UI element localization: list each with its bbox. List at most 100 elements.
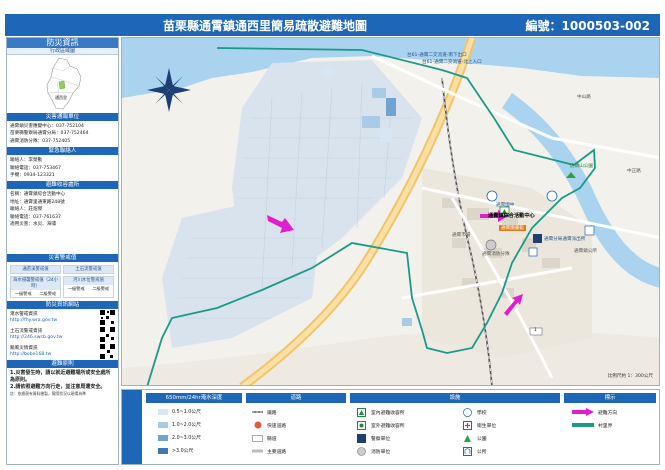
agency-line: 苗栗縣警察局通霄分局：037-752464 (10, 131, 89, 137)
capacity-box: 河川水位警戒值 一級警戒 二級警戒 (63, 276, 114, 299)
police-label: 通霄分局通霄派出所 (544, 237, 586, 242)
capacity-title: 土石流警戒值 (64, 266, 113, 274)
scale-text: 比例尺約 1：300公尺 (607, 374, 653, 379)
link-row: 土石流警戒資訊 http://246.swcb.gov.tw (7, 326, 118, 343)
map-title: 苗栗縣通霄鎮通西里簡易疏散避難地圖 (162, 19, 367, 33)
map-canvas[interactable]: 台61-通霄二交流道-南下出口 台61-通霄二交流道-北上入口 中山路 虎頭山公… (121, 37, 660, 386)
facility-legend-label: 學校 (477, 410, 487, 416)
facility-legend-label: 警察單位 (371, 436, 391, 442)
flood-legend-label: >3.0公尺 (172, 449, 194, 454)
map-code: 編號：1000503-002 (525, 19, 650, 33)
road-label: 中正路 (627, 169, 641, 174)
road-legend-item: 縣道 (252, 434, 277, 442)
park-icon (462, 434, 473, 442)
legend-side-bar (122, 390, 142, 464)
flood-legend-item: 1.0~2.0公尺 (158, 421, 201, 428)
shelter-line: 適用災害：水災、海嘯 (10, 222, 56, 228)
facility-legend-label: 衛生單位 (477, 423, 497, 429)
contact-heading: 緊急聯絡人 (7, 147, 118, 156)
police-icon (356, 433, 367, 443)
link-row: 淹水警戒資訊 http://fhy.wra.gov.tw (7, 309, 118, 326)
shelter-line: 名稱：通霄鎮綜合活動中心 (10, 192, 66, 198)
level-two: 二級警戒 (39, 291, 57, 297)
map-svg (122, 38, 659, 385)
freeway-shield-icon (252, 421, 263, 429)
legend-panel: 650mm/24hr淹水深度 0.5~1.0公尺 1.0~2.0公尺 2.0~3… (121, 389, 660, 465)
facility-legend-item: 公園 (462, 434, 487, 442)
evacuation-arrow-icon (572, 408, 594, 416)
agency-list: 通霄鎮災害應變中心：037-752104 苗栗縣警察局通霄分局：037-7524… (7, 121, 118, 147)
road-label: 台61-通霄二交流道-南下出口 (407, 53, 467, 58)
link-url[interactable]: http://fhy.wra.gov.tw (10, 318, 100, 324)
location-map: 通西里 (7, 55, 118, 113)
level-two: 二級警戒 (92, 285, 110, 291)
flood-swatch (158, 408, 168, 415)
town-office-icon (584, 225, 595, 236)
admin-map-heading: 行政區域圖 (7, 48, 118, 55)
park-label: 虎頭山公園 (570, 164, 593, 169)
hint-legend-heading: 標示 (564, 393, 656, 403)
fire-station-icon (485, 239, 497, 251)
agency-heading: 災害通報單位 (7, 113, 118, 121)
link-url[interactable]: http://246.swcb.gov.tw (10, 335, 100, 341)
hint-legend-label: 村里界 (598, 423, 613, 429)
indoor-shelter-icon (356, 407, 367, 417)
facility-legend-item: 室內避難收容所 (356, 407, 405, 417)
health-unit-icon (462, 420, 473, 430)
industrial-zone-west (162, 198, 322, 348)
town-office-icon (462, 446, 473, 456)
contact-line: 手機：0934-123321 (10, 173, 55, 179)
flood-legend-label: 0.5~1.0公尺 (172, 410, 201, 415)
contact-line: 聯絡人：李榮勳 (10, 158, 43, 164)
county-road-icon (252, 434, 263, 442)
qr-code-icon (100, 310, 115, 326)
road-legend-heading: 道路 (246, 393, 346, 403)
facility-legend-label: 室內避難收容所 (371, 410, 405, 416)
link-url[interactable]: http://bobe168.tw (10, 352, 100, 358)
flood-legend-heading: 650mm/24hr淹水深度 (146, 393, 242, 403)
fire-label: 通霄消防分隊 (482, 252, 510, 257)
townhall-label: 通霄鎮公所 (574, 249, 597, 254)
shelter-line: 聯絡電話：037-761637 (10, 214, 61, 220)
road-legend-item: 鐵路 (252, 408, 277, 416)
level-one: 一級警戒 (14, 291, 32, 297)
shelter-line: 聯絡人：莊炤傑 (10, 207, 43, 213)
road-legend-item: 快速道路 (252, 421, 286, 429)
agency-line: 通霄鎮災害應變中心：037-752104 (10, 124, 84, 129)
facility-legend-item: 衛生單位 (462, 420, 497, 430)
road-label: 中山路 (577, 95, 591, 100)
road-legend-label: 快速道路 (267, 423, 287, 429)
facility-legend-label: 公園 (477, 436, 487, 442)
title-bar: 苗栗縣通霄鎮通西里簡易疏散避難地圖 編號：1000503-002 (5, 14, 660, 36)
road-label: 台61-通霄二交流道-北上入口 (422, 60, 482, 65)
agency-line: 通霄消防分隊：037-752405 (10, 138, 71, 144)
source-note: 註：依據現有資料繪製，實際狀況以現場為準 (10, 391, 86, 397)
info-sidebar: 防災資訊 行政區域圖 通西里 災害通報單位 通霄鎮災害應變中心：037-7521… (6, 37, 119, 465)
shelter-list: 名稱：通霄鎮綜合活動中心 地址：通霄里通東路248號 聯絡人：莊炤傑 聯絡電話：… (7, 189, 118, 230)
library-label: 通霄圖書館 (499, 225, 526, 231)
notes-heading: 避難原則 (7, 360, 118, 369)
section-title: 防災資訊 (7, 38, 118, 48)
village-boundary-icon (572, 421, 594, 429)
police-icon (533, 234, 542, 243)
school-icon (486, 190, 498, 202)
hint-legend-item: 村里界 (572, 421, 612, 429)
level-one: 一級警戒 (67, 285, 85, 291)
links-heading: 防災資訊網站 (7, 301, 118, 310)
road-legend-label: 鐵路 (267, 410, 277, 416)
contact-list: 聯絡人：李榮勳 聯絡電話：037-753467 手機：0934-123321 (7, 155, 118, 181)
railway-icon (252, 408, 263, 416)
school-icon (546, 190, 558, 202)
facility-legend-label: 公所 (477, 449, 487, 455)
capacity-title: 海水侵襲警戒值（24小時） (11, 277, 60, 291)
flood-swatch (158, 447, 168, 454)
notes: 1.災害發生時，請以就近避難場所或安全處所為原則。 2.請依照避難方向行走，並注… (7, 368, 118, 398)
capacity-box: 土石流警戒值 (63, 265, 114, 275)
outdoor-shelter-icon (356, 420, 367, 430)
capacity-heading: 災害警戒值 (7, 254, 118, 263)
hint-legend-item: 避難方向 (572, 408, 617, 416)
capacity-grid: 通苗溪警戒值 土石流警戒值 海水侵襲警戒值（24小時） 一級警戒 二級警戒 河川水… (7, 262, 118, 301)
facility-legend-item: 消防單位 (356, 446, 390, 456)
road-shield-label: 1 (534, 328, 537, 333)
facility-legend-label: 室外避難收容所 (371, 423, 405, 429)
